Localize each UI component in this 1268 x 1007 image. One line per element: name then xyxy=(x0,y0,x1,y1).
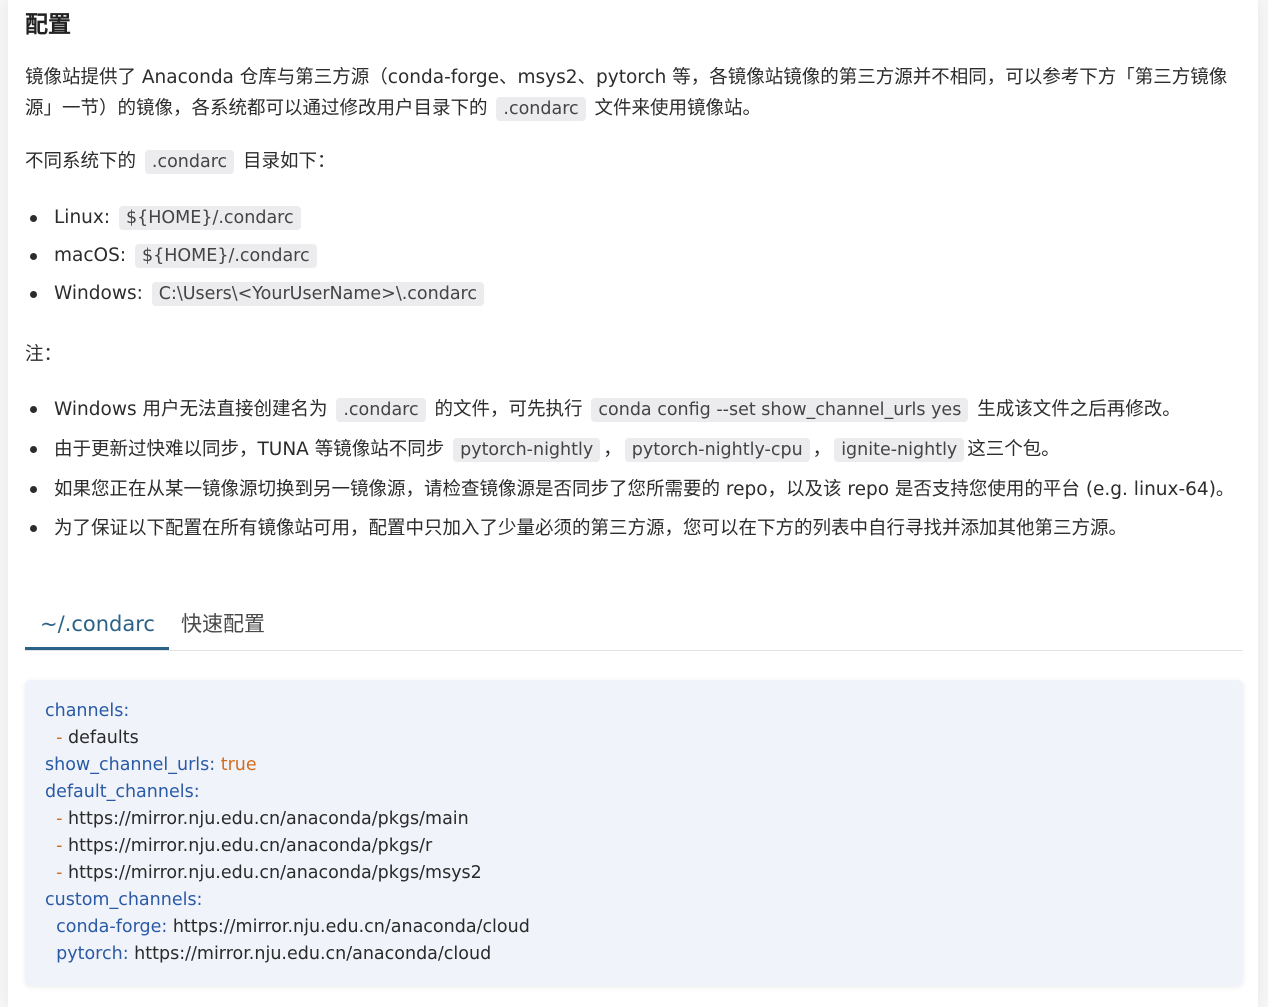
code-line: - https://mirror.nju.edu.cn/anaconda/pkg… xyxy=(56,863,482,883)
separator: ， xyxy=(603,439,622,460)
config-tabs: ~/.condarc 快速配置 xyxy=(25,600,1243,651)
list-item: 由于更新过快难以同步，TUNA 等镜像站不同步 pytorch-nightly，… xyxy=(25,434,1243,466)
system-path: ${HOME}/.condarc xyxy=(118,206,301,230)
list-item: Windows 用户无法直接创建名为 .condarc 的文件，可先执行 con… xyxy=(25,394,1243,426)
system-label: Linux: xyxy=(54,207,111,228)
intro-paragraph: 镜像站提供了 Anaconda 仓库与第三方源（conda-forge、msys… xyxy=(25,62,1243,125)
inline-code: conda config --set show_channel_urls yes xyxy=(591,398,969,422)
bullet-icon xyxy=(30,291,37,298)
system-path: C:\Users\<YourUserName>\.condarc xyxy=(151,282,484,306)
intro-text-end: 文件来使用镜像站。 xyxy=(594,98,762,119)
inline-code: .condarc xyxy=(336,398,426,422)
code-line: - https://mirror.nju.edu.cn/anaconda/pkg… xyxy=(56,809,469,829)
bullet-icon xyxy=(30,446,37,453)
inline-code: pytorch-nightly xyxy=(453,438,601,462)
code-block: channels: - defaults show_channel_urls: … xyxy=(25,680,1243,986)
note-text: 如果您正在从某一镜像源切换到另一镜像源，请检查镜像源是否同步了您所需要的 rep… xyxy=(54,479,1235,500)
note-text: 为了保证以下配置在所有镜像站可用，配置中只加入了少量必须的第三方源，您可以在下方… xyxy=(54,518,1128,539)
code-line: channels: xyxy=(45,701,130,721)
code-line: custom_channels: xyxy=(45,890,203,910)
inline-code-condarc: .condarc xyxy=(144,150,235,174)
content-card: 配置 镜像站提供了 Anaconda 仓库与第三方源（conda-forge、m… xyxy=(8,0,1258,1007)
bullet-icon xyxy=(30,215,37,222)
note-text: 的文件，可先执行 xyxy=(434,399,583,420)
dirs-intro-text-end: 目录如下： xyxy=(243,151,336,172)
bullet-icon xyxy=(30,486,37,493)
list-item: Windows: C:\Users\<YourUserName>\.condar… xyxy=(25,275,1243,313)
list-item: Linux: ${HOME}/.condarc xyxy=(25,199,1243,237)
tab-condarc[interactable]: ~/.condarc xyxy=(25,608,169,650)
inline-code-condarc: .condarc xyxy=(496,97,586,121)
dirs-intro-text: 不同系统下的 xyxy=(25,151,137,172)
inline-code: ignite-nightly xyxy=(834,438,965,462)
code-line: pytorch: https://mirror.nju.edu.cn/anaco… xyxy=(56,944,492,964)
note-text: Windows 用户无法直接创建名为 xyxy=(54,399,328,420)
bullet-icon xyxy=(30,253,37,260)
note-text: 这三个包。 xyxy=(967,439,1060,460)
code-line: default_channels: xyxy=(45,782,200,802)
bullet-icon xyxy=(30,406,37,413)
note-text: 生成该文件之后再修改。 xyxy=(977,399,1181,420)
system-label: macOS: xyxy=(54,245,127,266)
notes-list: Windows 用户无法直接创建名为 .condarc 的文件，可先执行 con… xyxy=(25,394,1243,552)
tab-quick-config[interactable]: 快速配置 xyxy=(181,608,265,640)
note-label: 注： xyxy=(25,344,63,365)
code-line: conda-forge: https://mirror.nju.edu.cn/a… xyxy=(56,917,530,937)
list-item: 如果您正在从某一镜像源切换到另一镜像源，请检查镜像源是否同步了您所需要的 rep… xyxy=(25,474,1243,505)
system-path: ${HOME}/.condarc xyxy=(134,244,317,268)
dirs-intro-paragraph: 不同系统下的 .condarc 目录如下： xyxy=(25,146,1243,178)
code-line: show_channel_urls: true xyxy=(45,755,257,775)
list-item: 为了保证以下配置在所有镜像站可用，配置中只加入了少量必须的第三方源，您可以在下方… xyxy=(25,513,1243,544)
code-line: - defaults xyxy=(56,728,139,748)
list-item: macOS: ${HOME}/.condarc xyxy=(25,237,1243,275)
code-line: - https://mirror.nju.edu.cn/anaconda/pkg… xyxy=(56,836,433,856)
page-title: 配置 xyxy=(25,12,71,38)
system-paths-list: Linux: ${HOME}/.condarc macOS: ${HOME}/.… xyxy=(25,199,1243,313)
bullet-icon xyxy=(30,525,37,532)
system-label: Windows: xyxy=(54,283,143,304)
separator: ， xyxy=(812,439,832,460)
inline-code: pytorch-nightly-cpu xyxy=(624,438,810,462)
note-text: 由于更新过快难以同步，TUNA 等镜像站不同步 xyxy=(54,439,445,460)
